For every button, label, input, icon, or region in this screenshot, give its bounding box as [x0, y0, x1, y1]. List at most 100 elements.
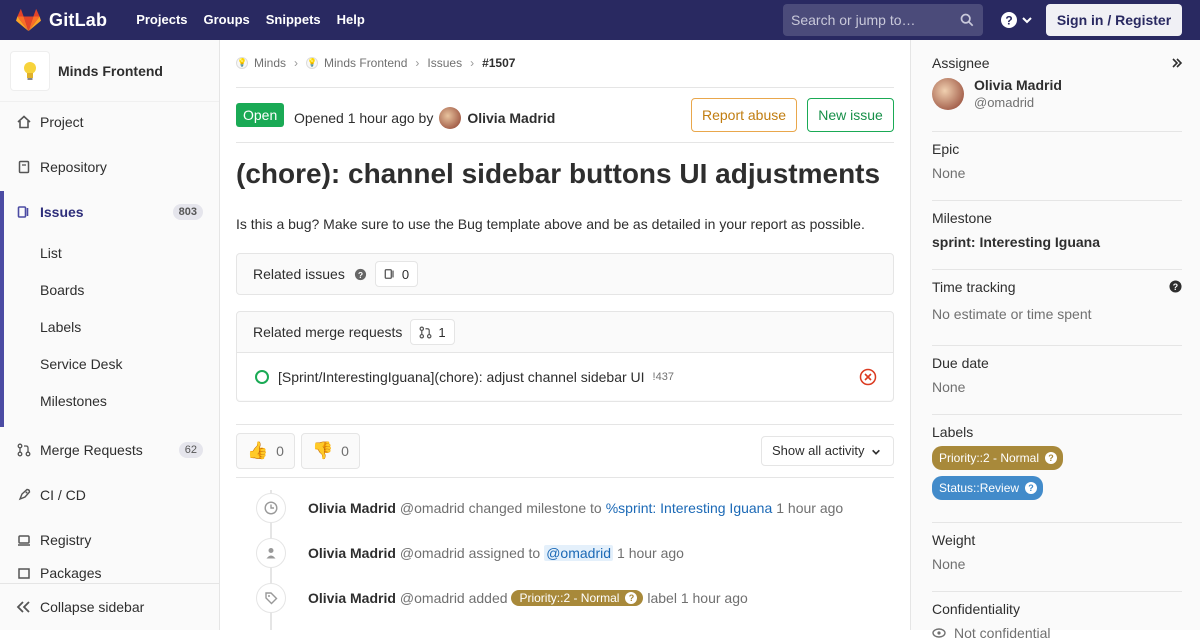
label-badge[interactable]: Priority::2 - Normal ?: [932, 446, 1064, 470]
breadcrumb-item[interactable]: Minds: [254, 56, 286, 70]
sidebar-subitem-boards[interactable]: Boards: [40, 282, 84, 298]
rocket-icon: [16, 487, 32, 503]
svg-text:?: ?: [1005, 14, 1012, 28]
project-avatar-small: 💡: [306, 57, 319, 69]
label-icon: [256, 583, 286, 613]
related-mrs-panel: Related merge requests 1 [Sprint/Interes…: [236, 311, 894, 402]
top-navbar: GitLab Projects Groups Snippets Help Sea…: [0, 0, 1200, 40]
note-author[interactable]: Olivia Madrid: [308, 500, 396, 516]
milestone-value[interactable]: sprint: Interesting Iguana: [932, 234, 1182, 250]
sidebar-item-issues[interactable]: Issues 803: [0, 192, 219, 232]
divider: [236, 424, 894, 425]
project-header[interactable]: Minds Frontend: [0, 40, 219, 102]
nav-projects[interactable]: Projects: [128, 0, 195, 40]
chevron-down-icon: [872, 449, 880, 455]
thumbs-down-button[interactable]: 👎 0: [301, 433, 360, 469]
label-name: Status::Review: [939, 481, 1020, 495]
note-author[interactable]: Olivia Madrid: [308, 545, 396, 561]
labels-section[interactable]: Labels Priority::2 - Normal ? Status::Re…: [932, 424, 1182, 500]
doc-icon: [16, 159, 32, 175]
system-note: Olivia Madrid @omadrid changed milestone…: [308, 500, 843, 516]
list-item[interactable]: [Sprint/InterestingIguana](chore): adjus…: [237, 352, 893, 400]
sidebar-subitem-list[interactable]: List: [40, 245, 62, 261]
author-name[interactable]: Olivia Madrid: [467, 110, 555, 126]
nav-snippets[interactable]: Snippets: [258, 0, 329, 40]
breadcrumb-separator: ›: [415, 56, 420, 70]
epic-section[interactable]: Epic None: [932, 141, 1182, 181]
sidebar-item-registry[interactable]: Registry: [0, 520, 219, 560]
help-icon[interactable]: ?: [1000, 11, 1018, 29]
note-author[interactable]: Olivia Madrid: [308, 590, 396, 606]
sidebar-item-label: Registry: [40, 532, 92, 548]
mr-count-badge: 62: [178, 442, 203, 458]
note-action: added: [468, 590, 508, 606]
labels-title: Labels: [932, 424, 974, 440]
divider: [932, 414, 1182, 415]
sidebar-item-merge-requests[interactable]: Merge Requests 62: [0, 430, 219, 470]
breadcrumb-separator: ›: [294, 56, 299, 70]
breadcrumb-current[interactable]: #1507: [482, 56, 515, 70]
double-chevron-right-icon[interactable]: [1171, 57, 1183, 69]
related-issues-count[interactable]: 0: [374, 261, 419, 287]
nav-groups[interactable]: Groups: [196, 0, 258, 40]
sign-in-button[interactable]: Sign in / Register: [1046, 4, 1182, 36]
new-issue-button[interactable]: New issue: [807, 98, 894, 132]
pipeline-failed-icon[interactable]: [859, 368, 877, 386]
confidentiality-section[interactable]: Confidentiality Not confidential: [932, 601, 1182, 641]
activity-filter-dropdown[interactable]: Show all activity: [761, 436, 894, 466]
merge-request-icon: [16, 442, 32, 458]
label-badge[interactable]: Priority::2 - Normal ?: [511, 590, 644, 606]
sidebar-item-label: CI / CD: [40, 487, 86, 503]
note-handle[interactable]: @omadrid: [400, 545, 465, 561]
breadcrumb-item[interactable]: Minds Frontend: [324, 56, 407, 70]
nav-help[interactable]: Help: [329, 0, 373, 40]
milestone-section[interactable]: Milestone sprint: Interesting Iguana: [932, 210, 1182, 250]
issues-icon: [384, 269, 394, 279]
due-date-section[interactable]: Due date None: [932, 355, 1182, 395]
sidebar-item-packages[interactable]: Packages: [0, 565, 219, 583]
note-handle[interactable]: @omadrid: [400, 590, 465, 606]
report-abuse-button[interactable]: Report abuse: [691, 98, 797, 132]
assignee-name[interactable]: Olivia Madrid: [974, 77, 1062, 93]
avatar[interactable]: [932, 77, 964, 110]
chevron-down-icon[interactable]: [1021, 14, 1033, 26]
sidebar-item-ci-cd[interactable]: CI / CD: [0, 475, 219, 515]
sidebar-subitem-service-desk[interactable]: Service Desk: [40, 356, 122, 372]
question-icon[interactable]: ?: [1169, 280, 1182, 293]
divider: [932, 591, 1182, 592]
avatar[interactable]: [439, 107, 462, 129]
sidebar-subitem-milestones[interactable]: Milestones: [40, 393, 107, 409]
note-action: assigned to: [468, 545, 541, 561]
label-badge[interactable]: Status::Review ?: [932, 476, 1044, 500]
divider: [236, 477, 894, 478]
collapse-sidebar-button[interactable]: Collapse sidebar: [0, 583, 219, 630]
milestone-link[interactable]: %sprint: Interesting Iguana: [606, 500, 773, 516]
count-value: 0: [401, 266, 410, 282]
note-handle[interactable]: @omadrid: [400, 500, 465, 516]
sidebar-subitem-labels[interactable]: Labels: [40, 319, 81, 335]
confidentiality-title: Confidentiality: [932, 601, 1020, 617]
gitlab-logo[interactable]: GitLab: [16, 0, 107, 40]
user-mention-link[interactable]: @omadrid: [544, 545, 614, 561]
breadcrumb-item[interactable]: Issues: [427, 56, 462, 70]
svg-text:?: ?: [1173, 282, 1178, 292]
thumbs-up-button[interactable]: 👍 0: [236, 433, 295, 469]
question-icon: ?: [625, 592, 638, 604]
related-issues-label: Related issues: [253, 266, 345, 282]
mr-open-status-icon: [255, 369, 269, 384]
award-count: 0: [276, 443, 284, 459]
related-mrs-count[interactable]: 1: [410, 319, 455, 345]
question-icon[interactable]: ?: [354, 268, 367, 281]
award-count: 0: [341, 443, 349, 459]
sidebar-item-repository[interactable]: Repository: [0, 147, 219, 187]
issue-description: Is this a bug? Make sure to use the Bug …: [236, 216, 865, 232]
search-icon: [960, 13, 974, 27]
confidentiality-value: Not confidential: [954, 625, 1051, 641]
divider: [236, 87, 894, 88]
note-suffix: label: [647, 590, 677, 606]
system-note: Olivia Madrid @omadrid added Priority::2…: [308, 590, 748, 606]
search-input[interactable]: Search or jump to…: [783, 4, 983, 36]
sidebar-item-project[interactable]: Project: [0, 102, 219, 142]
weight-section[interactable]: Weight None: [932, 532, 1182, 572]
mr-title[interactable]: [Sprint/InterestingIguana](chore): adjus…: [278, 369, 645, 385]
